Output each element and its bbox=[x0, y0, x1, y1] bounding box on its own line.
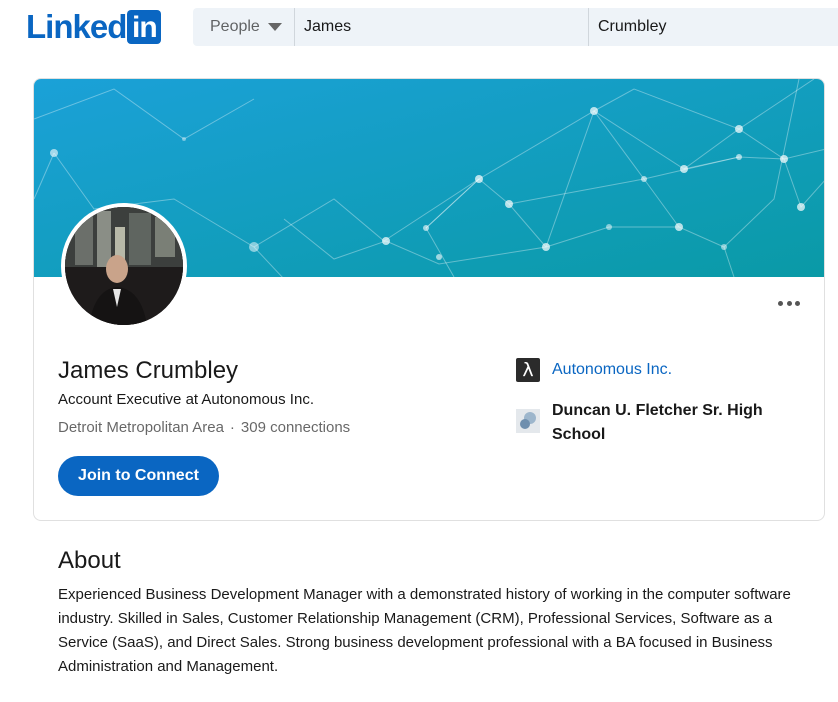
avatar-photo bbox=[65, 207, 183, 325]
profile-connections: 309 connections bbox=[240, 419, 351, 436]
first-name-input[interactable]: James bbox=[295, 8, 589, 46]
join-to-connect-button[interactable]: Join to Connect bbox=[58, 456, 219, 496]
company-logo-icon: λ bbox=[516, 358, 540, 382]
first-name-value: James bbox=[304, 18, 352, 35]
more-icon-dot bbox=[786, 300, 792, 306]
search-bar: People James Crumbley bbox=[193, 8, 838, 46]
more-icon-dot bbox=[795, 300, 800, 306]
more-icon bbox=[778, 300, 783, 306]
linkedin-logo[interactable]: Linked in bbox=[26, 8, 162, 45]
last-name-input[interactable]: Crumbley bbox=[589, 8, 838, 46]
school-logo-icon bbox=[516, 409, 540, 433]
meta-separator: · bbox=[229, 419, 235, 436]
chevron-down-icon bbox=[267, 23, 282, 31]
last-name-value: Crumbley bbox=[598, 18, 667, 35]
logo-text: Linked bbox=[26, 8, 127, 45]
profile-name: James Crumbley bbox=[58, 357, 239, 384]
about-text: Experienced Business Development Manager… bbox=[58, 586, 791, 675]
search-type-dropdown[interactable]: People bbox=[193, 8, 295, 46]
current-company[interactable]: λ Autonomous Inc. bbox=[516, 358, 672, 382]
profile-headline: Account Executive at Autonomous Inc. bbox=[58, 391, 314, 408]
logo-in-badge: in bbox=[127, 10, 162, 44]
school-name: Duncan U. Fletcher Sr. High School bbox=[552, 402, 763, 443]
profile-location: Detroit Metropolitan Area bbox=[58, 419, 224, 436]
search-type-label: People bbox=[210, 18, 260, 35]
profile-meta: Detroit Metropolitan Area · 309 connection… bbox=[58, 418, 350, 438]
more-options-button[interactable] bbox=[778, 299, 800, 307]
avatar[interactable] bbox=[61, 203, 187, 329]
profile-card: James Crumbley Account Executive at Auto… bbox=[33, 78, 825, 521]
about-heading: About bbox=[58, 547, 121, 574]
company-name[interactable]: Autonomous Inc. bbox=[552, 359, 672, 381]
education-school[interactable]: Duncan U. Fletcher Sr. High School bbox=[516, 399, 782, 447]
top-bar: Linked in People James Crumbley bbox=[0, 0, 838, 58]
